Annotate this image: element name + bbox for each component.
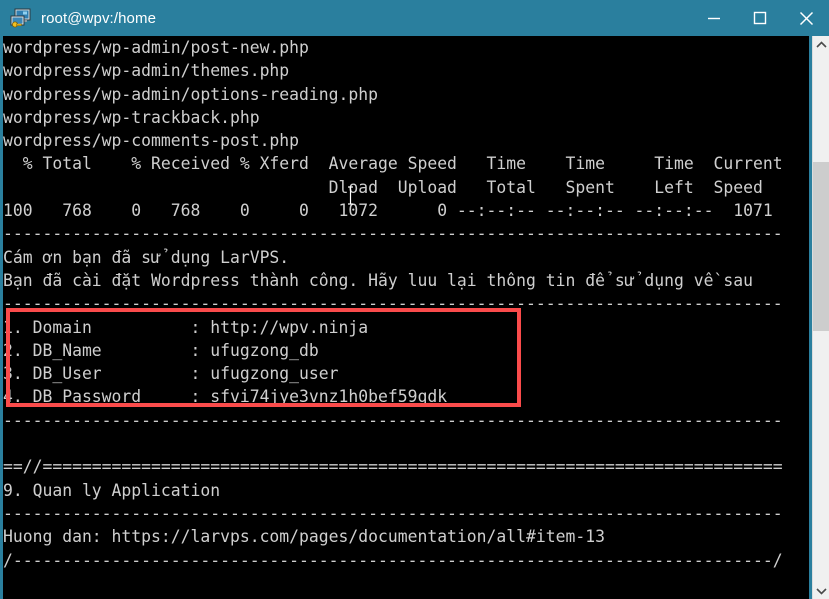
terminal-line: wordpress/wp-admin/themes.php	[3, 61, 290, 81]
scrollbar-thumb[interactable]	[813, 162, 829, 331]
terminal-line: Bạn đã cài đặt Wordpress thành công. Hãy…	[3, 270, 753, 290]
window-controls	[691, 0, 829, 36]
terminal-line: wordpress/wp-admin/post-new.php	[3, 38, 309, 57]
terminal-line: ----------------------------------------…	[3, 503, 783, 523]
terminal-line: 1. Domain : http://wpv.ninja	[3, 317, 369, 337]
putty-terminal-icon	[10, 7, 32, 29]
terminal-line: 100 768 0 768 0 0 1072 0 --:--:-- --:--:…	[3, 201, 773, 221]
terminal-screen[interactable]: wordpress/wp-admin/post-new.php wordpress…	[3, 36, 809, 599]
scroll-up-arrow-icon[interactable]	[813, 36, 829, 53]
terminal-line: 1) Cai dat Wordpress	[3, 595, 783, 599]
terminal-text: wordpress/wp-admin/post-new.php wordpress…	[3, 36, 783, 599]
terminal-line: ----------------------------------------…	[3, 224, 783, 244]
putty-window: root@wpv:/home wordpress/wp-admin/post-n…	[0, 0, 829, 599]
terminal-line: 3. DB_User : ufugzong_user	[3, 364, 339, 384]
scroll-down-arrow-icon[interactable]	[813, 582, 829, 599]
terminal-line: 9. Quan ly Application	[3, 480, 221, 500]
terminal-line: wordpress/wp-admin/options-reading.php	[3, 84, 378, 104]
vertical-scrollbar[interactable]	[812, 36, 829, 599]
terminal-line: 4. DB_Password : sfvi74jye3vnz1h0bef59qd…	[3, 387, 448, 407]
terminal-line: % Total % Received % Xferd Average Speed…	[3, 154, 783, 174]
terminal-line: wordpress/wp-trackback.php	[3, 107, 260, 127]
terminal-line: Dload Upload Total Spent Left Speed	[3, 177, 763, 197]
terminal-line: 2. DB_Name : ufugzong_db	[3, 340, 319, 360]
terminal-line: wordpress/wp-comments-post.php	[3, 131, 300, 151]
title-bar[interactable]: root@wpv:/home	[0, 0, 829, 36]
terminal-line: ----------------------------------------…	[3, 294, 783, 314]
terminal-line: ==//====================================…	[3, 457, 783, 477]
terminal-line: Cám ơn bạn đã sử dụng LarVPS.	[3, 247, 290, 267]
terminal-line: /---------------------------------------…	[3, 550, 783, 570]
terminal-line: Huong dan: https://larvps.com/pages/docu…	[3, 527, 605, 547]
window-title: root@wpv:/home	[41, 9, 157, 27]
close-button[interactable]	[783, 0, 829, 36]
minimize-button[interactable]	[691, 0, 737, 36]
terminal-line: ----------------------------------------…	[3, 410, 783, 430]
maximize-button[interactable]	[737, 0, 783, 36]
